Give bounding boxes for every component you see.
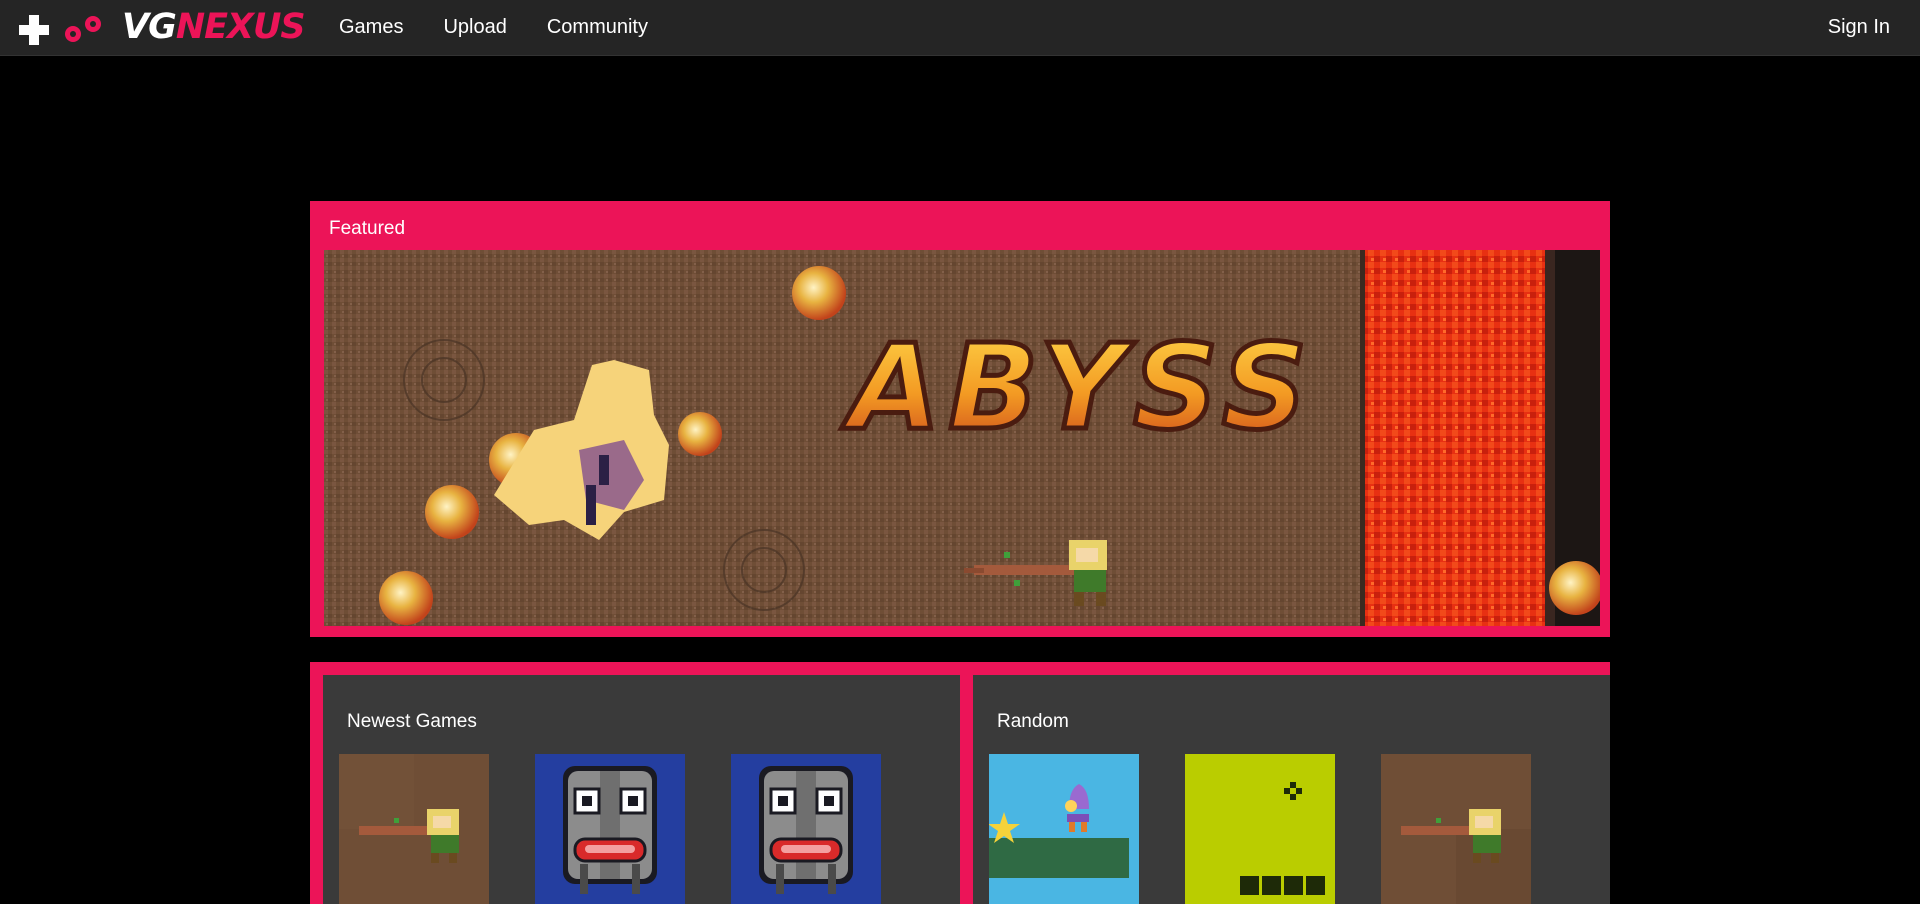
game-thumbnail-abyss[interactable] — [1381, 754, 1531, 904]
sign-in-link[interactable]: Sign In — [1828, 0, 1890, 55]
featured-banner-image: ABYSS — [324, 250, 1600, 626]
newest-games-title: Newest Games — [347, 711, 477, 732]
nav-link-games[interactable]: Games — [339, 16, 403, 39]
featured-title: Featured — [329, 218, 406, 239]
dpad-plus-icon — [19, 15, 49, 45]
game-thumbnail-robot[interactable] — [535, 754, 685, 904]
main-nav: Games Upload Community — [339, 0, 688, 55]
newest-games-panel: Newest Games — [323, 675, 960, 904]
game-thumbnail-robot[interactable] — [731, 754, 881, 904]
game-thumbnail-gameboy[interactable] — [1185, 754, 1335, 904]
nav-link-upload[interactable]: Upload — [443, 16, 506, 39]
site-logo[interactable]: VG NEXUS — [122, 5, 306, 49]
page: VG NEXUS Games Upload Community Sign In F… — [0, 0, 1920, 904]
nav-link-community[interactable]: Community — [547, 16, 648, 39]
logo-text-vg: VG — [122, 7, 177, 47]
featured-game-title: ABYSS — [841, 318, 1315, 456]
gameboy-thumbnail-image — [1185, 754, 1335, 904]
abyss-thumbnail-image — [339, 754, 489, 904]
featured-panel: Featured ABYSS — [310, 201, 1610, 637]
game-thumbnail-abyss[interactable] — [339, 754, 489, 904]
platformer-thumbnail-image — [989, 754, 1139, 904]
robot-thumbnail-image — [731, 754, 881, 904]
game-thumbnail-platformer[interactable] — [989, 754, 1139, 904]
featured-game-banner[interactable]: ABYSS — [324, 250, 1600, 626]
logo-text-nexus: NEXUS — [175, 7, 306, 47]
abyss-thumbnail-image — [1381, 754, 1531, 904]
top-navbar: VG NEXUS Games Upload Community Sign In — [0, 0, 1920, 56]
gamepad-buttons-icon — [65, 16, 101, 42]
newest-games-list — [339, 754, 927, 904]
game-lists-section: Newest Games Random — [310, 662, 1610, 904]
random-games-title: Random — [997, 711, 1069, 732]
robot-thumbnail-image — [535, 754, 685, 904]
random-games-list — [989, 754, 1577, 904]
random-games-panel: Random — [973, 675, 1610, 904]
